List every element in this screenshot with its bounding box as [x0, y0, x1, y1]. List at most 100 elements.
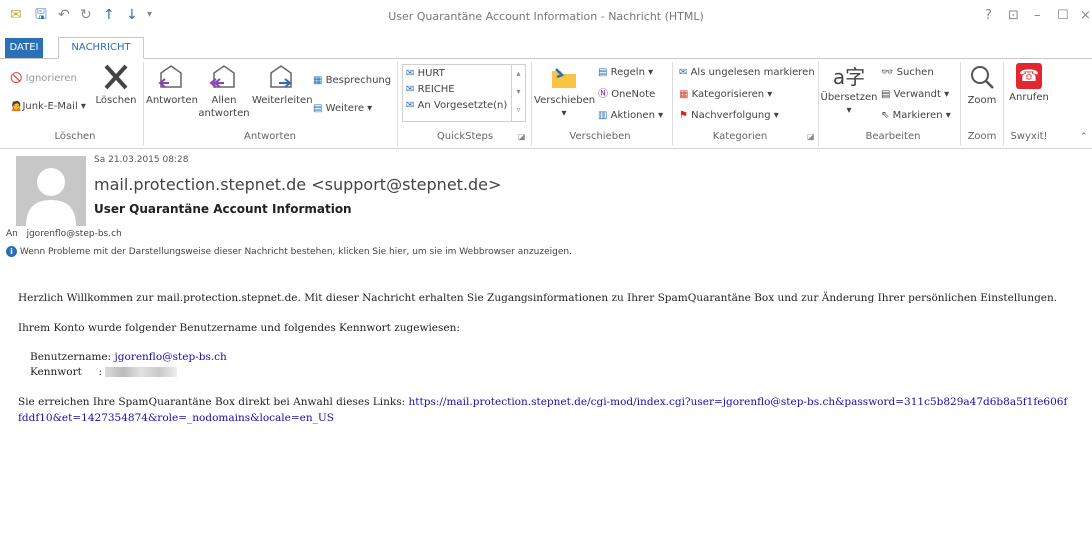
- dialog-launcher-icon[interactable]: ◪: [807, 132, 815, 141]
- avatar: [16, 156, 86, 226]
- dialog-launcher-icon[interactable]: ◪: [518, 132, 526, 141]
- find-label: Suchen: [896, 67, 934, 78]
- meeting-button[interactable]: ▦ Besprechung: [313, 74, 391, 88]
- quicksteps-scrollbar[interactable]: ▴ ▾ ▿: [511, 65, 525, 121]
- collapse-ribbon-icon[interactable]: ⌃: [1080, 132, 1088, 142]
- group-label-antworten: Antworten: [244, 131, 296, 142]
- rules-button[interactable]: ▤ Regeln ▾: [598, 66, 653, 80]
- move-button[interactable]: Verschieben ▾: [534, 63, 595, 120]
- group-separator: [531, 62, 532, 146]
- rules-icon: ▤: [598, 67, 608, 78]
- more-button[interactable]: ▤ Weitere ▾: [313, 102, 372, 116]
- received-date: Sa 21.03.2015 08:28: [94, 155, 189, 165]
- junk-label: Junk-E-Mail: [22, 101, 78, 112]
- recipient-label: An: [6, 229, 18, 239]
- onenote-label: OneNote: [611, 89, 656, 100]
- categorize-icon: ▦: [679, 89, 689, 100]
- rules-label: Regeln: [610, 67, 645, 78]
- junk-button[interactable]: 🙍Junk-E-Mail ▾: [10, 100, 86, 114]
- unread-icon: ✉: [679, 67, 688, 78]
- group-separator: [1003, 62, 1004, 146]
- recipient-line: An jgorenflo@step-bs.ch: [6, 229, 122, 239]
- translate-dropdown-icon: ▾: [846, 105, 852, 116]
- meeting-label: Besprechung: [325, 75, 392, 86]
- quickstep-reiche[interactable]: ✉ REICHE: [403, 83, 525, 97]
- tab-datei[interactable]: DATEI: [5, 38, 43, 58]
- actions-icon: ▥: [598, 110, 608, 121]
- quickstep-vorgesetzte-label: An Vorgesetzte(n): [417, 100, 508, 111]
- ignore-icon: 🚫: [10, 73, 23, 84]
- ignore-button[interactable]: 🚫 Ignorieren: [10, 72, 77, 86]
- group-label-kategorien: Kategorien: [712, 131, 768, 142]
- close-button[interactable]: ×: [1080, 8, 1091, 23]
- delete-icon: [104, 64, 128, 90]
- password-label: Kennwort: [30, 366, 82, 378]
- categorize-button[interactable]: ▦ Kategorisieren ▾: [679, 88, 772, 102]
- recipient-address[interactable]: jgorenflo@step-bs.ch: [26, 229, 121, 239]
- move-dropdown-icon: ▾: [561, 108, 567, 119]
- group-label-loeschen: Löschen: [54, 131, 96, 142]
- quickstep-reiche-label: REICHE: [417, 84, 455, 95]
- password-redacted: [105, 367, 178, 377]
- ribbon-display-button[interactable]: ⊡: [1008, 8, 1019, 23]
- group-label-zoom: Zoom: [967, 131, 997, 142]
- forward-icon: [270, 65, 292, 88]
- body-paragraph-link: Sie erreichen Ihre SpamQuarantäne Box di…: [18, 394, 1068, 426]
- reply-label: Antworten: [146, 95, 198, 106]
- call-button[interactable]: ☎ Anrufen: [1006, 63, 1052, 104]
- more-icon: ▤: [313, 103, 323, 114]
- swyx-call-icon: ☎: [1016, 63, 1042, 89]
- group-label-swyxit: Swyxit!: [1010, 131, 1048, 142]
- related-button[interactable]: ▤ Verwandt ▾: [881, 88, 949, 102]
- delete-button[interactable]: Löschen: [95, 63, 137, 107]
- sender[interactable]: mail.protection.stepnet.de <support@step…: [94, 175, 501, 194]
- magnifier-icon: [971, 66, 994, 89]
- group-separator: [672, 62, 673, 146]
- folder-icon: [552, 68, 576, 88]
- delete-label: Löschen: [95, 95, 137, 106]
- ignore-label: Ignorieren: [25, 73, 77, 84]
- group-label-bearbeiten: Bearbeiten: [865, 131, 921, 142]
- binoculars-icon: 👓: [881, 67, 894, 78]
- call-label: Anrufen: [1009, 92, 1049, 103]
- reply-all-label-1: Allen: [211, 95, 237, 106]
- group-label-quicksteps: QuickSteps: [436, 131, 494, 142]
- info-icon: i: [6, 246, 17, 257]
- group-separator: [960, 62, 961, 146]
- quickstep-hurt[interactable]: ✉ HURT: [403, 65, 525, 83]
- password-separator: :: [98, 366, 103, 378]
- select-button[interactable]: ⇖ Markieren ▾: [881, 109, 951, 123]
- quickstep-vorgesetzte[interactable]: ✉ An Vorgesetzte(n): [403, 97, 525, 115]
- minimize-button[interactable]: –: [1034, 8, 1041, 23]
- cursor-icon: ⇖: [881, 110, 890, 121]
- reply-button[interactable]: Antworten: [146, 63, 198, 107]
- subject: User Quarantäne Account Information: [94, 202, 352, 216]
- tab-nachricht[interactable]: NACHRICHT: [58, 37, 144, 59]
- translate-button[interactable]: a字 Übersetzen ▾: [820, 63, 878, 117]
- quickstep-hurt-label: HURT: [417, 68, 445, 79]
- related-icon: ▤: [881, 89, 891, 100]
- reply-all-button[interactable]: Allen antworten: [198, 63, 250, 120]
- username-link[interactable]: jgorenflo@step-bs.ch: [115, 351, 227, 363]
- forward-button[interactable]: Weiterleiten: [252, 63, 313, 107]
- follow-up-label: Nachverfolgung: [691, 110, 771, 121]
- info-bar[interactable]: i Wenn Probleme mit der Darstellungsweis…: [6, 246, 572, 257]
- categorize-label: Kategorisieren: [691, 89, 765, 100]
- mark-unread-button[interactable]: ✉ Als ungelesen markieren: [679, 66, 815, 80]
- actions-label: Aktionen: [610, 110, 655, 121]
- actions-button[interactable]: ▥ Aktionen ▾: [598, 109, 663, 123]
- group-separator: [143, 62, 144, 146]
- message-body: Herzlich Willkommen zur mail.protection.…: [18, 290, 1068, 440]
- more-label: Weitere: [325, 103, 364, 114]
- body-paragraph-welcome: Herzlich Willkommen zur mail.protection.…: [18, 292, 1058, 304]
- find-button[interactable]: 👓 Suchen: [881, 66, 934, 80]
- body-paragraph-account: Ihrem Konto wurde folgender Benutzername…: [18, 322, 460, 334]
- username-label: Benutzername:: [30, 351, 112, 363]
- help-button[interactable]: ?: [985, 8, 992, 23]
- zoom-button[interactable]: Zoom: [963, 63, 1001, 107]
- maximize-button[interactable]: ☐: [1057, 8, 1069, 23]
- follow-up-button[interactable]: ⚑ Nachverfolgung ▾: [679, 109, 779, 123]
- forward-mail-icon: ✉: [406, 100, 415, 111]
- team-icon: ✉: [406, 84, 415, 95]
- onenote-button[interactable]: Ⓝ OneNote: [598, 88, 655, 102]
